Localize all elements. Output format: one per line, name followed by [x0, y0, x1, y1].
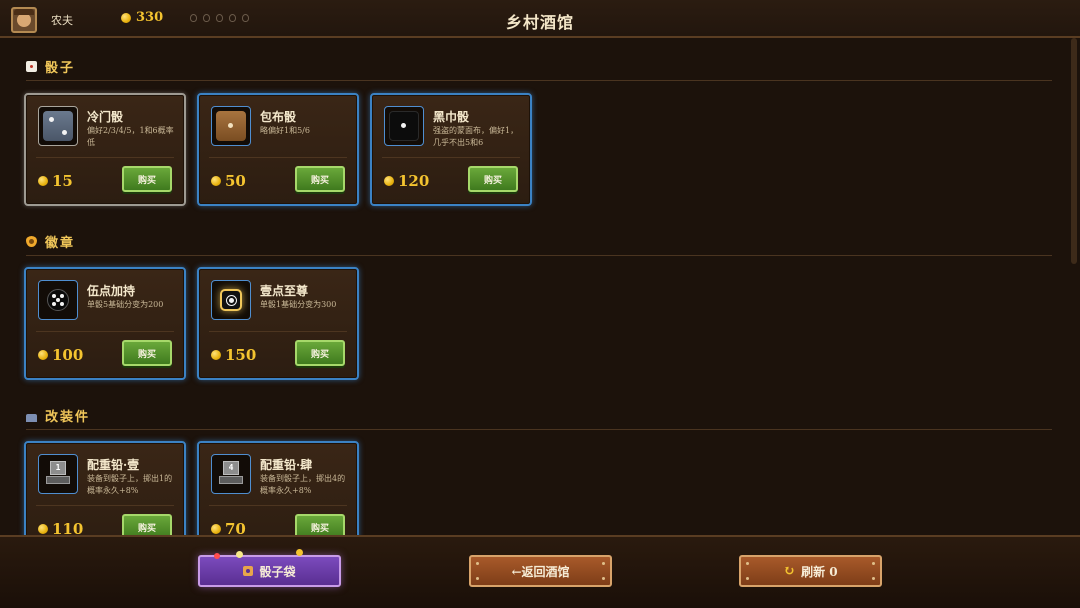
dice-bag-button[interactable]: 骰子袋: [198, 549, 341, 587]
scrollbar[interactable]: [1071, 38, 1077, 264]
section-dice-header: 骰子: [26, 57, 75, 76]
price-value: 100: [52, 346, 84, 364]
shop-card-five-boost[interactable]: 伍点加持 单骰5基础分变为200 100 购买: [24, 267, 186, 380]
refresh-label: 刷新 0: [801, 564, 838, 579]
item-thumb: [38, 280, 78, 320]
item-description: 装备到骰子上，掷出1的概率永久+8%: [87, 474, 173, 495]
item-name: 黑巾骰: [433, 110, 470, 124]
sparkle-icon: [214, 553, 220, 559]
buy-button[interactable]: 购买: [468, 166, 518, 192]
item-description: 略偏好1和5/6: [260, 126, 310, 135]
back-to-tavern-button[interactable]: ←返回酒馆: [469, 555, 612, 587]
card-divider: [209, 505, 347, 506]
card-divider: [209, 157, 347, 158]
section-divider: [26, 80, 1052, 81]
shop-card-cold-die[interactable]: 冷门骰 偏好2/3/4/5，1和6概率低 15 购买: [24, 93, 186, 206]
card-divider: [209, 331, 347, 332]
price-value: 50: [225, 172, 246, 190]
page-title: 乡村酒馆: [505, 13, 574, 32]
item-price: 15: [38, 172, 73, 190]
item-thumb: [384, 106, 424, 146]
item-price: 100: [38, 346, 83, 364]
item-name: 伍点加持: [87, 284, 136, 298]
coin-icon: [38, 176, 48, 186]
item-thumb: 4: [211, 454, 251, 494]
section-title: 骰子: [45, 61, 76, 76]
item-name: 包布骰: [260, 110, 297, 124]
section-badge-header: 徽章: [26, 232, 75, 251]
buy-button[interactable]: 购买: [295, 166, 345, 192]
item-price: 150: [211, 346, 256, 364]
item-name: 冷门骰: [87, 110, 124, 124]
shop-card-one-supreme[interactable]: 壹点至尊 单骰1基础分变为300 150 购买: [197, 267, 359, 380]
section-mod-header: 改装件: [26, 406, 90, 425]
item-description: 单骰1基础分变为300: [260, 300, 337, 309]
card-divider: [36, 505, 174, 506]
top-bar: 农夫 330 乡村酒馆: [0, 0, 1080, 38]
back-label: ←返回酒馆: [511, 564, 570, 579]
buy-button[interactable]: 购买: [122, 340, 172, 366]
badge-icon: [26, 236, 37, 247]
five-pip-icon: [47, 289, 69, 311]
coin-icon: [384, 176, 394, 186]
brown-die-icon: [216, 111, 246, 141]
shop-card-cloth-die[interactable]: 包布骰 略偏好1和5/6 50 购买: [197, 93, 359, 206]
section-title: 徽章: [45, 236, 76, 251]
coin-icon: [38, 350, 48, 360]
price-value: 120: [398, 172, 430, 190]
item-price: 120: [384, 172, 429, 190]
dice-bag-label: 骰子袋: [259, 564, 296, 579]
item-thumb: [211, 106, 251, 146]
item-name: 壹点至尊: [260, 284, 309, 298]
weight-1-icon: 1: [46, 461, 70, 487]
mod-icon: [26, 413, 37, 422]
card-divider: [382, 157, 520, 158]
item-price: 50: [211, 172, 246, 190]
coin-icon: [211, 176, 221, 186]
item-thumb: 1: [38, 454, 78, 494]
buy-button[interactable]: 购买: [295, 340, 345, 366]
one-pip-icon: [220, 289, 242, 311]
black-die-icon: [389, 111, 419, 141]
section-title: 改装件: [45, 410, 91, 425]
item-description: 单骰5基础分变为200: [87, 300, 164, 309]
refresh-icon: ↻: [783, 563, 796, 579]
item-name: 配重铅·壹: [87, 458, 140, 472]
card-divider: [36, 157, 174, 158]
dice-bag-icon: [243, 566, 254, 576]
sparkle-icon: [296, 549, 303, 556]
item-description: 强盗的蒙面布，偏好1，几乎不出5和6: [433, 126, 519, 147]
sparkle-icon: [236, 551, 243, 558]
coin-icon: [211, 524, 221, 534]
section-divider: [26, 429, 1052, 430]
item-description: 装备到骰子上，掷出4的概率永久+8%: [260, 474, 346, 495]
buy-button[interactable]: 购买: [122, 166, 172, 192]
refresh-button[interactable]: ↻ 刷新 0: [739, 555, 882, 587]
dice-icon: [26, 61, 37, 72]
price-value: 15: [52, 172, 73, 190]
weight-4-icon: 4: [219, 461, 243, 487]
item-name: 配重铅·肆: [260, 458, 313, 472]
item-thumb: [38, 106, 78, 146]
item-thumb: [211, 280, 251, 320]
gray-die-icon: [43, 111, 73, 141]
shop-card-black-die[interactable]: 黑巾骰 强盗的蒙面布，偏好1，几乎不出5和6 120 购买: [370, 93, 532, 206]
coin-icon: [38, 524, 48, 534]
coin-icon: [211, 350, 221, 360]
card-divider: [36, 331, 174, 332]
weight-label: 4: [223, 461, 239, 475]
weight-label: 1: [50, 461, 66, 475]
price-value: 150: [225, 346, 257, 364]
section-divider: [26, 255, 1052, 256]
item-description: 偏好2/3/4/5，1和6概率低: [87, 126, 174, 147]
